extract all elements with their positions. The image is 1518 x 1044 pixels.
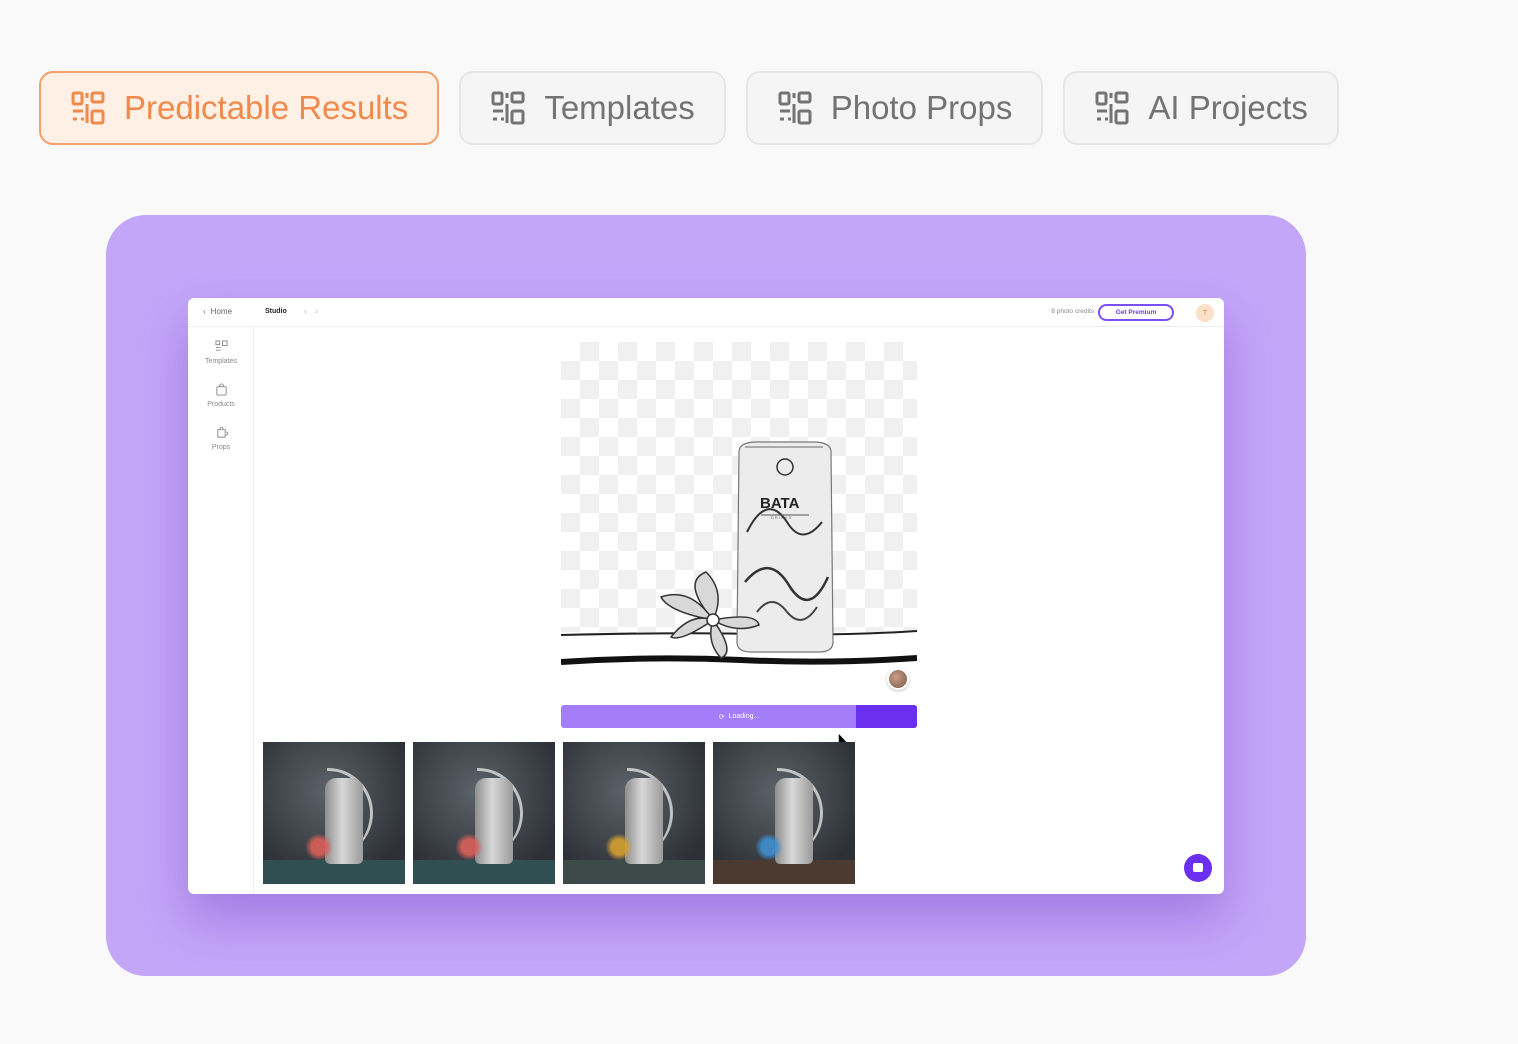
tab-label: Templates (544, 89, 695, 126)
chevron-left-icon: ‹ (203, 307, 206, 316)
tab-predictable-results[interactable]: Predictable Results (39, 71, 440, 145)
qr-code-icon (491, 91, 525, 125)
tab-templates[interactable]: Templates (459, 71, 726, 145)
result-thumbnail[interactable] (263, 742, 405, 884)
sidebar-item-label: Props (211, 444, 231, 451)
bag-icon (215, 383, 227, 396)
qr-code-icon (1095, 91, 1129, 125)
result-thumbnail[interactable] (713, 742, 855, 884)
section-title: Studio (265, 308, 287, 315)
loading-bar-fill (856, 705, 917, 728)
templates-icon (214, 340, 228, 351)
puzzle-icon (216, 426, 228, 438)
app-topbar: ‹ Home Studio ‹› 8 photo credits Get Pre… (188, 298, 1224, 327)
studio-app-window: ‹ Home Studio ‹› 8 photo credits Get Pre… (188, 298, 1224, 894)
qr-code-icon (71, 91, 105, 125)
product-canvas[interactable]: BATA DRINKS (561, 342, 917, 698)
sidebar-item-products[interactable]: Products (188, 383, 254, 408)
avatar[interactable]: T (1196, 304, 1214, 322)
loading-bar[interactable]: ⟳ Loading... (561, 705, 917, 728)
feature-tabs: Predictable Results Templates Photo Prop… (39, 71, 1339, 145)
get-premium-button[interactable]: Get Premium (1098, 304, 1174, 321)
chat-icon (1193, 863, 1203, 872)
tab-label: Predictable Results (124, 89, 409, 126)
refresh-icon: ⟳ (718, 713, 725, 721)
canvas-preview-thumbnail[interactable] (887, 668, 909, 690)
back-home-link[interactable]: ‹ Home (203, 307, 232, 316)
credits-count: 8 photo credits (1051, 308, 1094, 315)
tab-label: Photo Props (830, 89, 1013, 126)
app-sidebar: Templates Products Props (188, 327, 254, 894)
preview-stage: ‹ Home Studio ‹› 8 photo credits Get Pre… (106, 215, 1306, 976)
tab-ai-projects[interactable]: AI Projects (1063, 71, 1339, 145)
history-arrows[interactable]: ‹› (304, 306, 326, 316)
tab-label: AI Projects (1148, 89, 1308, 126)
product-illustration (561, 441, 917, 698)
home-label: Home (210, 307, 233, 316)
chat-button[interactable] (1184, 854, 1212, 882)
result-thumbnail[interactable] (563, 742, 705, 884)
product-sub-text: DRINKS (771, 515, 793, 520)
sidebar-item-label: Products (207, 401, 235, 408)
result-thumbnail[interactable] (413, 742, 555, 884)
result-thumbnails (263, 742, 855, 884)
qr-code-icon (778, 91, 812, 125)
sidebar-item-templates[interactable]: Templates (188, 340, 254, 365)
sidebar-item-label: Templates (205, 358, 237, 365)
tab-photo-props[interactable]: Photo Props (745, 71, 1044, 145)
sidebar-item-props[interactable]: Props (188, 426, 254, 451)
product-brand-text: BATA (760, 495, 800, 512)
loading-label: Loading... (728, 713, 760, 720)
